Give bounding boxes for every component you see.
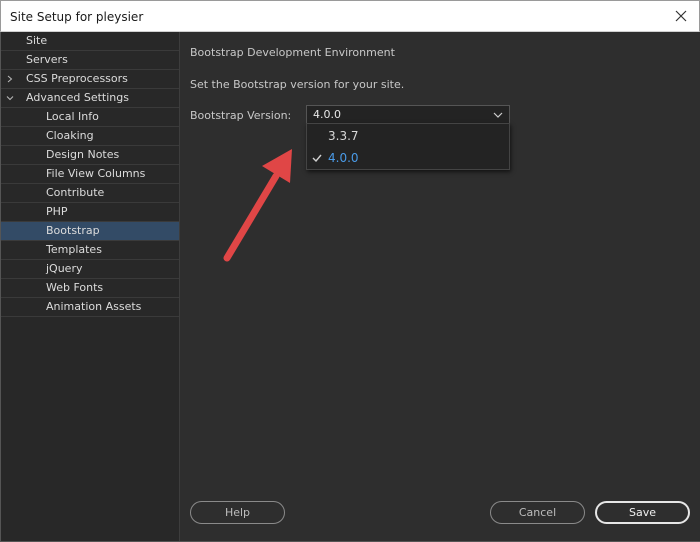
- sidebar-item-jquery[interactable]: jQuery: [1, 260, 179, 279]
- sidebar-item-servers[interactable]: Servers: [1, 51, 179, 70]
- sidebar-item-label: Cloaking: [46, 129, 94, 142]
- checkmark-icon: [312, 154, 322, 162]
- selected-version-value: 4.0.0: [313, 108, 341, 121]
- version-dropdown-list: 3.3.7 4.0.0: [306, 123, 510, 170]
- sidebar-item-design-notes[interactable]: Design Notes: [1, 146, 179, 165]
- version-option-3-3-7[interactable]: 3.3.7: [307, 125, 509, 147]
- sidebar-item-label: CSS Preprocessors: [26, 72, 128, 85]
- close-icon[interactable]: [673, 8, 689, 24]
- sidebar-item-web-fonts[interactable]: Web Fonts: [1, 279, 179, 298]
- sidebar-item-label: Advanced Settings: [26, 91, 129, 104]
- save-button[interactable]: Save: [595, 501, 690, 524]
- sidebar-item-label: Servers: [26, 53, 68, 66]
- sidebar-item-advanced-settings[interactable]: Advanced Settings: [1, 89, 179, 108]
- window-title: Site Setup for pleysier: [10, 10, 144, 24]
- sidebar-item-templates[interactable]: Templates: [1, 241, 179, 260]
- chevron-down-icon[interactable]: [6, 94, 14, 102]
- sidebar-item-label: Contribute: [46, 186, 105, 199]
- settings-panel: Bootstrap Development Environment Set th…: [180, 32, 700, 541]
- category-sidebar: Site Servers CSS Preprocessors Advanced …: [1, 32, 180, 541]
- sidebar-item-label: Animation Assets: [46, 300, 142, 313]
- sidebar-item-animation-assets[interactable]: Animation Assets: [1, 298, 179, 317]
- bootstrap-version-label: Bootstrap Version:: [190, 109, 292, 122]
- version-option-4-0-0[interactable]: 4.0.0: [307, 147, 509, 169]
- section-description: Set the Bootstrap version for your site.: [190, 78, 405, 91]
- sidebar-item-cloaking[interactable]: Cloaking: [1, 127, 179, 146]
- sidebar-item-site[interactable]: Site: [1, 32, 179, 51]
- cancel-button[interactable]: Cancel: [490, 501, 585, 524]
- sidebar-item-label: Bootstrap: [46, 224, 100, 237]
- sidebar-item-label: Local Info: [46, 110, 99, 123]
- sidebar-item-label: Templates: [46, 243, 102, 256]
- sidebar-item-css-preprocessors[interactable]: CSS Preprocessors: [1, 70, 179, 89]
- sidebar-item-label: Web Fonts: [46, 281, 104, 294]
- sidebar-item-bootstrap[interactable]: Bootstrap: [1, 222, 179, 241]
- sidebar-item-php[interactable]: PHP: [1, 203, 179, 222]
- sidebar-item-label: File View Columns: [46, 167, 146, 180]
- chevron-right-icon[interactable]: [6, 75, 14, 83]
- option-label: 3.3.7: [328, 129, 359, 143]
- title-bar: Site Setup for pleysier: [0, 0, 700, 32]
- help-button[interactable]: Help: [190, 501, 285, 524]
- chevron-down-icon[interactable]: [493, 111, 503, 119]
- section-heading: Bootstrap Development Environment: [190, 46, 395, 59]
- sidebar-item-contribute[interactable]: Contribute: [1, 184, 179, 203]
- sidebar-item-label: jQuery: [46, 262, 83, 275]
- sidebar-item-label: Design Notes: [46, 148, 120, 161]
- sidebar-item-label: Site: [26, 34, 48, 47]
- sidebar-item-local-info[interactable]: Local Info: [1, 108, 179, 127]
- bootstrap-version-select[interactable]: 4.0.0: [306, 105, 510, 124]
- dialog-body: Site Servers CSS Preprocessors Advanced …: [0, 32, 700, 542]
- option-label: 4.0.0: [328, 151, 359, 165]
- sidebar-item-label: PHP: [46, 205, 68, 218]
- sidebar-item-file-view-columns[interactable]: File View Columns: [1, 165, 179, 184]
